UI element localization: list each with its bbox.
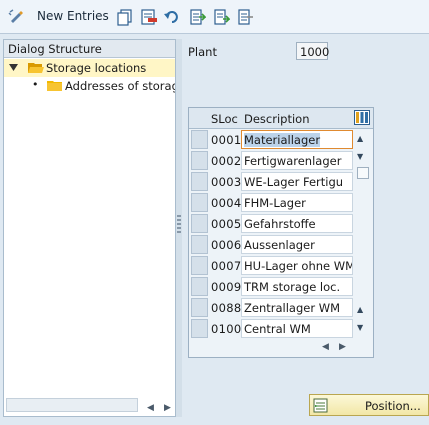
scroll-up-icon[interactable]: ▲ [357,134,363,143]
sloc-cell: 0009 [211,280,242,294]
row-selector[interactable] [191,235,208,254]
sloc-cell: 0004 [211,196,242,210]
undo-icon[interactable] [163,8,181,26]
row-selector[interactable] [191,151,208,170]
storage-locations-table: SLoc Description 0001 Materiallager 0002… [188,107,374,358]
tree-item-label: Storage locations [46,61,147,75]
scroll-page-down-icon[interactable]: ▼ [357,323,363,332]
row-selector[interactable] [191,130,208,149]
table-row[interactable]: 0100 Central WM [189,318,354,339]
table-row[interactable]: 0005 Gefahrstoffe [189,213,354,234]
position-icon [313,398,328,413]
table-row[interactable]: 0001 Materiallager [189,129,354,150]
row-selector[interactable] [191,214,208,233]
row-selector[interactable] [191,256,208,275]
select-all-icon[interactable] [188,8,206,26]
scroll-right-icon[interactable]: ▶ [339,342,346,352]
row-selector[interactable] [191,298,208,317]
scroll-left-icon[interactable]: ◀ [322,342,329,352]
table-row[interactable]: 0003 WE-Lager Fertigu [189,171,354,192]
scroll-left-icon[interactable]: ◀ [147,403,154,413]
table-row[interactable]: 0007 HU-Lager ohne WM [189,255,354,276]
pane-splitter[interactable] [176,39,182,417]
sloc-cell: 0002 [211,154,242,168]
position-button-label: Position... [365,399,421,413]
table-horizontal-scrollbar[interactable]: ◀ ▶ [189,339,373,357]
select-block-icon[interactable] [212,8,230,26]
expand-arrow-icon[interactable] [9,64,18,72]
sloc-cell: 0005 [211,217,242,231]
table-row[interactable]: 0004 FHM-Lager [189,192,354,213]
row-selector[interactable] [191,277,208,296]
new-entries-button[interactable]: New Entries [37,9,109,23]
tree-item-addresses-of-storage[interactable]: • Addresses of storage [4,77,175,95]
description-cell[interactable]: FHM-Lager [241,193,353,212]
table-header: SLoc Description [189,108,373,129]
deselect-all-icon[interactable] [236,8,254,26]
description-cell[interactable]: Materiallager [241,130,353,149]
table-row[interactable]: 0006 Aussenlager [189,234,354,255]
plant-label: Plant [188,45,217,59]
open-folder-icon [28,63,44,73]
description-cell[interactable]: Fertigwarenlager [241,151,353,170]
sloc-cell: 0006 [211,238,242,252]
row-selector[interactable] [191,193,208,212]
row-selector[interactable] [191,172,208,191]
dialog-structure-title: Dialog Structure [4,40,175,58]
splitter-handle[interactable] [177,215,181,235]
folder-icon [47,81,62,91]
column-header-description[interactable]: Description [244,112,310,126]
tree-item-storage-locations[interactable]: Storage locations [4,59,175,77]
position-button[interactable]: Position... [309,394,429,416]
description-cell[interactable]: Zentrallager WM [241,298,353,317]
description-cell[interactable]: Gefahrstoffe [241,214,353,233]
sloc-cell: 0007 [211,259,242,273]
description-cell[interactable]: Central WM [241,319,353,338]
display-change-icon[interactable] [8,8,26,26]
table-settings-icon[interactable] [354,110,370,125]
horizontal-scrollbar[interactable] [6,398,138,412]
plant-field: 1000 [296,42,329,60]
vertical-scrollbar[interactable]: ▲ ▼ ▲ ▼ [354,129,372,339]
table-row[interactable]: 0009 TRM storage loc. [189,276,354,297]
column-header-sloc[interactable]: SLoc [211,112,238,126]
table-row[interactable]: 0002 Fertigwarenlager [189,150,354,171]
description-cell[interactable]: WE-Lager Fertigu [241,172,353,191]
description-cell[interactable]: Aussenlager [241,235,353,254]
dialog-structure-pane: Dialog Structure Storage locations • Add… [3,39,176,417]
description-cell[interactable]: HU-Lager ohne WM [241,256,353,275]
scroll-page-up-icon[interactable]: ▲ [357,305,363,314]
sloc-cell: 0003 [211,175,242,189]
tree-bullet-icon: • [32,78,39,91]
description-text: Materiallager [244,133,321,147]
scroll-thumb[interactable] [357,167,369,179]
scroll-right-icon[interactable]: ▶ [164,403,171,413]
toolbar: New Entries [0,0,429,34]
delete-icon[interactable] [140,8,158,26]
scroll-down-icon[interactable]: ▼ [357,152,363,161]
description-cell[interactable]: TRM storage loc. [241,277,353,296]
sloc-cell: 0088 [211,301,242,315]
row-selector[interactable] [191,319,208,338]
sloc-cell: 0100 [211,322,242,336]
tree-item-label: Addresses of storage [65,79,175,93]
table-row[interactable]: 0088 Zentrallager WM [189,297,354,318]
sloc-cell: 0001 [211,133,242,147]
copy-as-icon[interactable] [116,8,134,26]
